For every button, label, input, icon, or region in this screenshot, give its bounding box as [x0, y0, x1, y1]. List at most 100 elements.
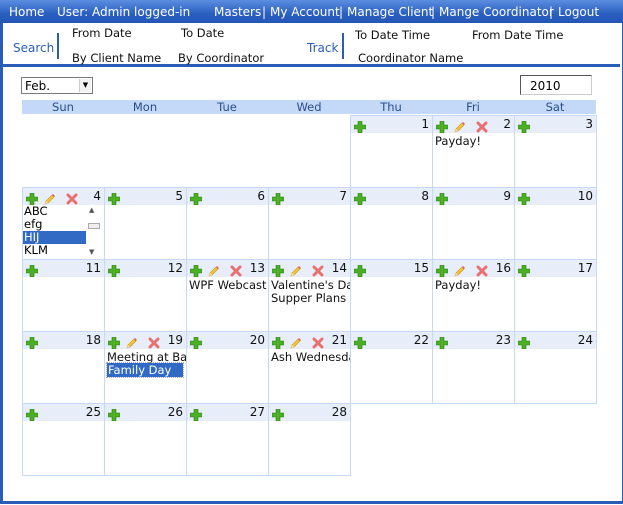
- day-cell-18[interactable]: 18: [22, 331, 105, 404]
- add-icon[interactable]: [107, 406, 121, 422]
- add-icon[interactable]: [25, 190, 39, 206]
- pencil-icon[interactable]: [454, 118, 466, 133]
- add-icon[interactable]: [435, 334, 449, 350]
- pencil-icon[interactable]: [44, 190, 56, 205]
- day-cell-21[interactable]: 21 Ash Wednesday: [268, 331, 362, 404]
- add-icon[interactable]: [25, 334, 39, 350]
- add-icon[interactable]: [435, 262, 449, 278]
- calendar-event[interactable]: Ash Wednesday: [271, 350, 362, 364]
- by-client-name-link[interactable]: By Client Name: [72, 51, 161, 65]
- dropdown-arrow-icon[interactable]: ▼: [79, 79, 91, 92]
- from-date-time-link[interactable]: From Date Time: [472, 28, 563, 42]
- day-cell-20[interactable]: 20: [186, 331, 269, 404]
- add-icon[interactable]: [353, 334, 367, 350]
- scroll-thumb[interactable]: [88, 223, 100, 229]
- calendar-event[interactable]: WPF Webcast: [189, 278, 267, 292]
- to-date-time-link[interactable]: To Date Time: [355, 28, 430, 42]
- from-date-link[interactable]: From Date: [72, 26, 132, 40]
- calendar-event[interactable]: Payday!: [435, 278, 481, 292]
- day-cell-27[interactable]: 27: [186, 403, 269, 476]
- add-icon[interactable]: [353, 190, 367, 206]
- pencil-icon[interactable]: [454, 262, 466, 277]
- day-cell-13[interactable]: 13 WPF Webcast: [186, 259, 269, 332]
- pencil-icon[interactable]: [126, 334, 138, 349]
- add-icon[interactable]: [353, 262, 367, 278]
- add-icon[interactable]: [189, 406, 203, 422]
- day-cell-17[interactable]: 17: [514, 259, 597, 332]
- add-icon[interactable]: [271, 334, 285, 350]
- delete-icon[interactable]: [312, 334, 324, 349]
- day-cell-23[interactable]: 23: [432, 331, 515, 404]
- month-select[interactable]: Feb. ▼: [21, 77, 93, 94]
- add-icon[interactable]: [271, 190, 285, 206]
- day-cell-26[interactable]: 26: [104, 403, 187, 476]
- day-cell-6[interactable]: 6: [186, 187, 269, 260]
- track-label[interactable]: Track: [307, 41, 338, 55]
- add-icon[interactable]: [517, 190, 531, 206]
- calendar-event[interactable]: Family Day: [106, 362, 184, 378]
- day-cell-16[interactable]: 16 Payday!: [432, 259, 515, 332]
- add-icon[interactable]: [189, 334, 203, 350]
- search-label[interactable]: Search: [13, 41, 54, 55]
- add-icon[interactable]: [107, 334, 121, 350]
- calendar-event[interactable]: Payday!: [435, 134, 481, 148]
- add-icon[interactable]: [107, 190, 121, 206]
- to-date-link[interactable]: To Date: [181, 26, 224, 40]
- day-cell-1[interactable]: 1: [350, 115, 433, 188]
- masters-link[interactable]: Masters: [214, 5, 261, 19]
- scroll-up-icon[interactable]: ▲: [89, 206, 94, 214]
- day-cell-4[interactable]: 4 ABC efg HIJ KLM ▲ ▼: [22, 187, 105, 260]
- manage-coordinator-link[interactable]: Mange Coordinator: [439, 5, 554, 19]
- manage-client-link[interactable]: Manage Client: [347, 5, 433, 19]
- delete-icon[interactable]: [476, 118, 488, 133]
- by-coordinator-link[interactable]: By Coordinator: [178, 51, 264, 65]
- day-cell-15[interactable]: 15: [350, 259, 433, 332]
- add-icon[interactable]: [517, 118, 531, 134]
- scroll-down-icon[interactable]: ▼: [89, 248, 94, 256]
- pencil-icon[interactable]: [208, 262, 220, 277]
- listbox-scrollbar[interactable]: ▲ ▼: [87, 205, 101, 257]
- day-cell-25[interactable]: 25: [22, 403, 105, 476]
- delete-icon[interactable]: [230, 262, 242, 277]
- home-link[interactable]: Home: [9, 5, 44, 19]
- add-icon[interactable]: [271, 262, 285, 278]
- add-icon[interactable]: [353, 118, 367, 134]
- logout-link[interactable]: Logout: [558, 5, 599, 19]
- my-account-link[interactable]: My Account: [270, 5, 340, 19]
- add-icon[interactable]: [189, 262, 203, 278]
- delete-icon[interactable]: [312, 262, 324, 277]
- add-icon[interactable]: [25, 406, 39, 422]
- day-cell-12[interactable]: 12: [104, 259, 187, 332]
- add-icon[interactable]: [517, 334, 531, 350]
- year-input[interactable]: 2010: [520, 75, 592, 95]
- add-icon[interactable]: [107, 262, 121, 278]
- day-cell-9[interactable]: 9: [432, 187, 515, 260]
- day-cell-10[interactable]: 10: [514, 187, 597, 260]
- day-cell-11[interactable]: 11: [22, 259, 105, 332]
- delete-icon[interactable]: [148, 334, 160, 349]
- add-icon[interactable]: [517, 262, 531, 278]
- day-cell-22[interactable]: 22: [350, 331, 433, 404]
- calendar-event[interactable]: Supper Plans: [271, 291, 346, 305]
- day-cell-3[interactable]: 3: [514, 115, 597, 188]
- add-icon[interactable]: [435, 190, 449, 206]
- day-cell-14[interactable]: 14 Valentine's Day Supper Plans: [268, 259, 360, 332]
- day-cell-2[interactable]: 2 Payday!: [432, 115, 515, 188]
- day-cell-7[interactable]: 7: [268, 187, 351, 260]
- calendar-event[interactable]: Valentine's Day: [271, 278, 360, 292]
- day-cell-5[interactable]: 5: [104, 187, 187, 260]
- day-cell-24[interactable]: 24: [514, 331, 597, 404]
- coordinator-name-link[interactable]: Coordinator Name: [358, 51, 463, 65]
- listbox-option[interactable]: KLM: [23, 244, 86, 257]
- day-cell-19[interactable]: 19 Meeting at Bank Family Day: [104, 331, 201, 404]
- delete-icon[interactable]: [476, 262, 488, 277]
- add-icon[interactable]: [435, 118, 449, 134]
- add-icon[interactable]: [25, 262, 39, 278]
- add-icon[interactable]: [189, 190, 203, 206]
- add-icon[interactable]: [271, 406, 285, 422]
- delete-icon[interactable]: [66, 190, 78, 205]
- day-cell-8[interactable]: 8: [350, 187, 433, 260]
- day-cell-28[interactable]: 28: [268, 403, 351, 476]
- pencil-icon[interactable]: [290, 262, 302, 277]
- pencil-icon[interactable]: [290, 334, 302, 349]
